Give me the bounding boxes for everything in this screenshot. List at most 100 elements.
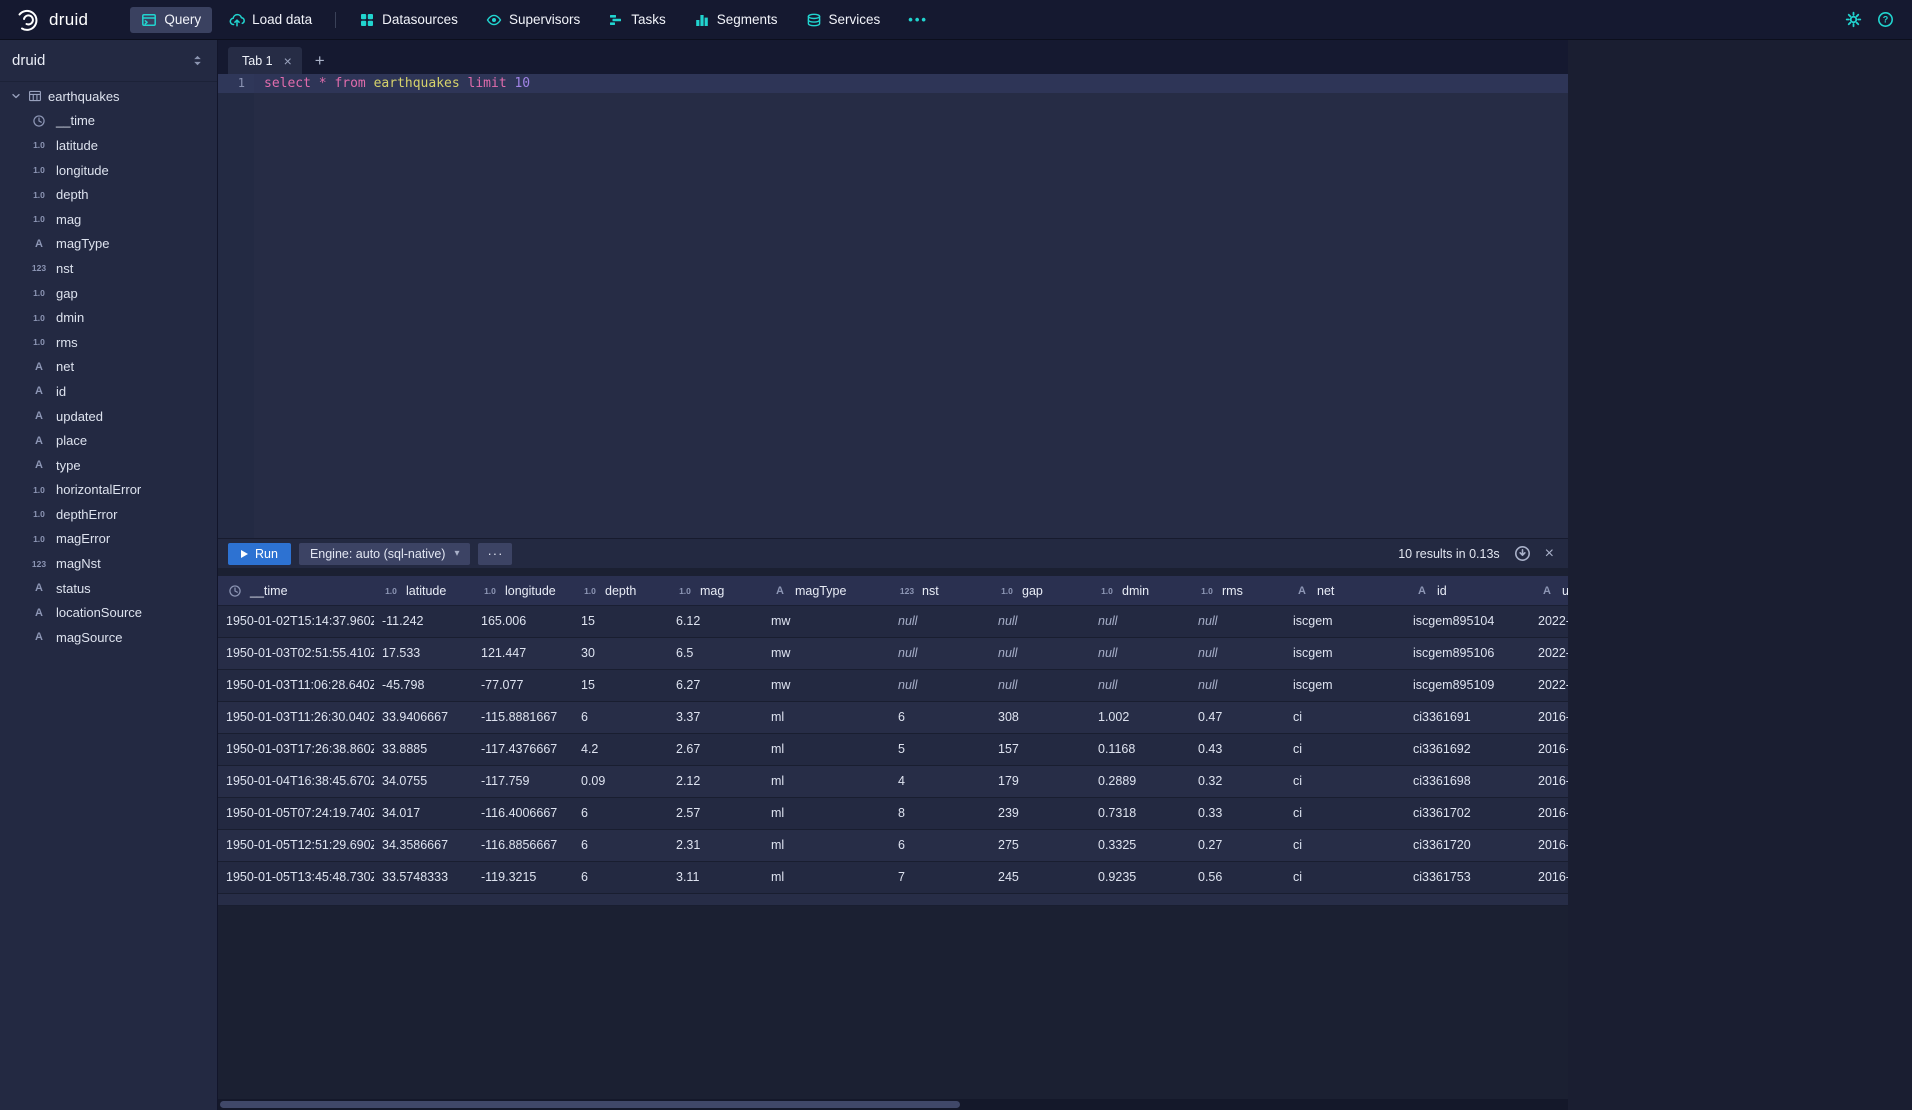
cell[interactable]: 0.27 [1190, 830, 1285, 861]
cell[interactable]: null [990, 638, 1090, 669]
column-header-net[interactable]: Anet [1285, 576, 1405, 605]
cell[interactable]: 239 [990, 798, 1090, 829]
tree-column-locationSource[interactable]: AlocationSource [0, 600, 217, 625]
cell[interactable]: 15 [573, 670, 668, 701]
add-tab-button[interactable]: + [302, 47, 338, 74]
nav-item-supervisors[interactable]: Supervisors [475, 7, 591, 33]
cell[interactable]: ml [763, 862, 890, 893]
cell[interactable]: 2016-0 [1530, 830, 1568, 861]
column-header-mag[interactable]: 1.0mag [668, 576, 763, 605]
datasource-item-earthquakes[interactable]: earthquakes [0, 84, 217, 109]
cell[interactable]: 6.5 [668, 638, 763, 669]
cell[interactable]: 2016-0 [1530, 766, 1568, 797]
cell[interactable]: 308 [990, 702, 1090, 733]
cell[interactable]: 0.9235 [1090, 862, 1190, 893]
cell[interactable]: -117.759 [473, 766, 573, 797]
query-more-options-button[interactable]: ··· [478, 543, 512, 565]
cell[interactable]: 0.47 [1190, 702, 1285, 733]
cell[interactable]: ci [1285, 702, 1405, 733]
tree-column-status[interactable]: Astatus [0, 576, 217, 601]
cell[interactable]: -11.242 [374, 606, 473, 637]
run-button[interactable]: Run [228, 543, 291, 565]
cell[interactable]: ci3361702 [1405, 798, 1530, 829]
cell[interactable]: -119.3215 [473, 862, 573, 893]
cell[interactable]: 1950-01-05T12:51:29.690Z [218, 830, 374, 861]
tree-column-magNst[interactable]: 123magNst [0, 551, 217, 576]
cell[interactable]: 0.43 [1190, 734, 1285, 765]
cell[interactable]: 6 [573, 862, 668, 893]
column-header-dmin[interactable]: 1.0dmin [1090, 576, 1190, 605]
cell[interactable]: 275 [990, 830, 1090, 861]
double-caret-vertical-icon[interactable] [190, 53, 205, 68]
cell[interactable]: null [1090, 670, 1190, 701]
cell[interactable]: 5 [890, 734, 990, 765]
cell[interactable]: ml [763, 830, 890, 861]
nav-item-segments[interactable]: Segments [683, 7, 789, 33]
cell[interactable]: 33.9406667 [374, 702, 473, 733]
tree-column-horizontalError[interactable]: 1.0horizontalError [0, 478, 217, 503]
cell[interactable]: ci [1285, 798, 1405, 829]
cell[interactable]: 1950-01-05T13:45:48.730Z [218, 862, 374, 893]
cell[interactable]: 0.7318 [1090, 798, 1190, 829]
tree-column-depth[interactable]: 1.0depth [0, 182, 217, 207]
cell[interactable]: 6 [573, 798, 668, 829]
cell[interactable]: 4 [890, 766, 990, 797]
cell[interactable]: 245 [990, 862, 1090, 893]
column-header-rms[interactable]: 1.0rms [1190, 576, 1285, 605]
tree-column-updated[interactable]: Aupdated [0, 404, 217, 429]
cell[interactable]: 1950-01-05T07:24:19.740Z [218, 798, 374, 829]
cell[interactable]: ci3361691 [1405, 702, 1530, 733]
cell[interactable]: 6 [573, 830, 668, 861]
cell[interactable]: mw [763, 670, 890, 701]
column-header-magType[interactable]: AmagType [763, 576, 890, 605]
column-header-gap[interactable]: 1.0gap [990, 576, 1090, 605]
cell[interactable]: 34.3586667 [374, 830, 473, 861]
cell[interactable]: iscgem895106 [1405, 638, 1530, 669]
cell[interactable]: 2.31 [668, 830, 763, 861]
horizontal-scrollbar[interactable] [218, 1099, 1568, 1110]
cell[interactable]: 33.8885 [374, 734, 473, 765]
tree-column-nst[interactable]: 123nst [0, 256, 217, 281]
cell[interactable]: 0.2889 [1090, 766, 1190, 797]
cell[interactable]: iscgem [1285, 670, 1405, 701]
cell[interactable]: ci3361692 [1405, 734, 1530, 765]
engine-dropdown[interactable]: Engine: auto (sql-native) ▾ [299, 543, 471, 565]
cell[interactable]: -77.077 [473, 670, 573, 701]
cell[interactable]: 121.447 [473, 638, 573, 669]
cell[interactable]: 6.27 [668, 670, 763, 701]
cell[interactable]: null [890, 638, 990, 669]
column-header-depth[interactable]: 1.0depth [573, 576, 668, 605]
cell[interactable]: iscgem [1285, 606, 1405, 637]
cell[interactable]: null [1190, 606, 1285, 637]
cell[interactable]: 2022-0 [1530, 670, 1568, 701]
cell[interactable]: 3.37 [668, 702, 763, 733]
cell[interactable]: 1950-01-03T11:26:30.040Z [218, 702, 374, 733]
cell[interactable]: 2022-0 [1530, 606, 1568, 637]
cell[interactable]: ml [763, 798, 890, 829]
tree-column-longitude[interactable]: 1.0longitude [0, 158, 217, 183]
gear-icon[interactable] [1845, 11, 1862, 28]
cell[interactable]: 1950-01-03T11:06:28.640Z [218, 670, 374, 701]
cell[interactable]: ml [763, 766, 890, 797]
brand[interactable]: druid [14, 7, 88, 33]
cell[interactable]: 2.67 [668, 734, 763, 765]
column-header-nst[interactable]: 123nst [890, 576, 990, 605]
cell[interactable]: 6 [573, 702, 668, 733]
cell[interactable]: ml [763, 734, 890, 765]
cell[interactable]: 6.12 [668, 606, 763, 637]
cell[interactable]: 179 [990, 766, 1090, 797]
download-icon[interactable] [1514, 545, 1531, 562]
tree-column-rms[interactable]: 1.0rms [0, 330, 217, 355]
cell[interactable]: 1950-01-03T17:26:38.860Z [218, 734, 374, 765]
tree-column-place[interactable]: Aplace [0, 428, 217, 453]
cell[interactable]: iscgem [1285, 638, 1405, 669]
cell[interactable]: null [990, 670, 1090, 701]
nav-item-query[interactable]: Query [130, 7, 212, 33]
tree-column-magError[interactable]: 1.0magError [0, 527, 217, 552]
tree-column-id[interactable]: Aid [0, 379, 217, 404]
tree-column-magSource[interactable]: AmagSource [0, 625, 217, 650]
nav-item-datasources[interactable]: Datasources [348, 7, 469, 33]
tree-column-dmin[interactable]: 1.0dmin [0, 305, 217, 330]
cell[interactable]: null [1090, 606, 1190, 637]
cell[interactable]: ci3361698 [1405, 766, 1530, 797]
